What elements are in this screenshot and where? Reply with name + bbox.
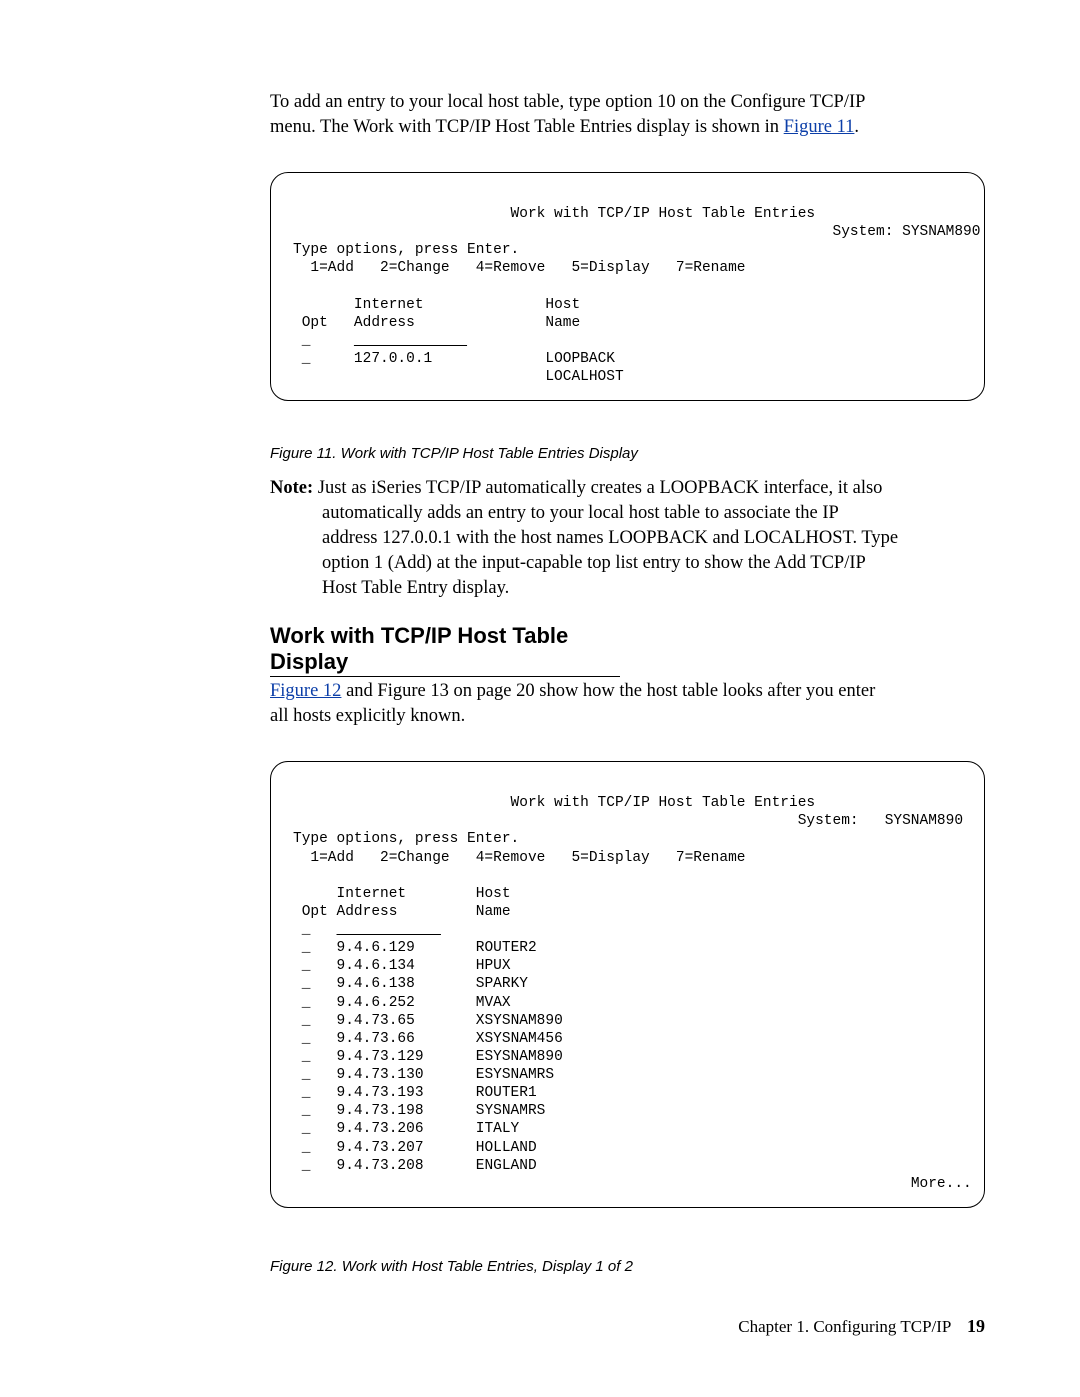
note-l2: automatically adds an entry to your loca…: [322, 501, 839, 526]
figure-11-link[interactable]: Figure 11: [784, 117, 855, 137]
term1-title: Work with TCP/IP Host Table Entries: [293, 206, 815, 222]
note-l5: Host Table Entry display.: [322, 576, 509, 601]
intro-l1: To add an entry to your local host table…: [270, 92, 865, 112]
footer-page-number: 19: [967, 1316, 985, 1336]
term1-hdr1: Internet Host: [293, 297, 580, 313]
intro-paragraph: To add an entry to your local host table…: [270, 90, 985, 140]
table-row: _ 9.4.6.134 HPUX: [293, 958, 511, 974]
table-row: _ 9.4.6.252 MVAX: [293, 995, 511, 1011]
term1-system: System: SYSNAM890: [293, 224, 980, 240]
table-row: _ 9.4.73.65 XSYSNAM890: [293, 1013, 563, 1029]
term1-hdr2: Opt Address Name: [293, 315, 580, 331]
terminal-screen-1: Work with TCP/IP Host Table Entries Syst…: [270, 172, 985, 401]
term2-system: System: SYSNAM890: [293, 813, 963, 829]
figure-12-link[interactable]: Figure 12: [270, 681, 341, 701]
after-rest1: and Figure 13 on page 20 show how the ho…: [341, 681, 875, 701]
figure-11-caption: Figure 11. Work with TCP/IP Host Table E…: [270, 445, 985, 462]
table-row: _ 9.4.73.207 HOLLAND: [293, 1140, 537, 1156]
after-heading-paragraph: Figure 12 and Figure 13 on page 20 show …: [270, 679, 985, 729]
term2-opts: 1=Add 2=Change 4=Remove 5=Display 7=Rena…: [293, 850, 745, 866]
term2-blank-row: _: [293, 922, 441, 938]
term2-instr: Type options, press Enter.: [293, 831, 519, 847]
table-row: _ 9.4.73.66 XSYSNAM456: [293, 1031, 563, 1047]
note-l1: Just as iSeries TCP/IP automatically cre…: [313, 478, 882, 498]
after-rest2: all hosts explicitly known.: [270, 706, 465, 726]
term1-opts: 1=Add 2=Change 4=Remove 5=Display 7=Rena…: [293, 260, 745, 276]
intro-l2b: .: [854, 117, 859, 137]
table-row: _ 9.4.73.193 ROUTER1: [293, 1085, 537, 1101]
table-row: _ 9.4.73.130 ESYSNAMRS: [293, 1067, 554, 1083]
footer-chapter: Chapter 1. Configuring TCP/IP: [738, 1317, 951, 1336]
figure-12-caption: Figure 12. Work with Host Table Entries,…: [270, 1258, 985, 1275]
table-row: _ 9.4.73.198 SYSNAMRS: [293, 1103, 545, 1119]
term1-instr: Type options, press Enter.: [293, 242, 519, 258]
term2-hdr2: Opt Address Name: [293, 904, 511, 920]
note-block: Note: Just as iSeries TCP/IP automatical…: [270, 476, 985, 601]
intro-l2a: menu. The Work with TCP/IP Host Table En…: [270, 117, 784, 137]
note-label: Note:: [270, 478, 313, 498]
page: To add an entry to your local host table…: [0, 0, 1080, 1397]
term1-row-sub: LOCALHOST: [293, 369, 624, 385]
term2-more: More...: [293, 1176, 972, 1192]
table-row: _ 9.4.6.138 SPARKY: [293, 976, 528, 992]
note-l3: address 127.0.0.1 with the host names LO…: [322, 526, 898, 551]
term1-row: _ 127.0.0.1 LOOPBACK: [293, 351, 615, 367]
term2-hdr1: Internet Host: [293, 886, 511, 902]
table-row: _ 9.4.73.208 ENGLAND: [293, 1158, 537, 1174]
section-heading: Work with TCP/IP Host Table Display: [270, 623, 620, 677]
terminal-screen-2: Work with TCP/IP Host Table Entries Syst…: [270, 761, 985, 1208]
term1-blank-row: _: [293, 333, 467, 349]
table-row: _ 9.4.6.129 ROUTER2: [293, 940, 537, 956]
term2-title: Work with TCP/IP Host Table Entries: [293, 795, 815, 811]
page-footer: Chapter 1. Configuring TCP/IP 19: [738, 1316, 985, 1337]
table-row: _ 9.4.73.129 ESYSNAM890: [293, 1049, 563, 1065]
note-l4: option 1 (Add) at the input-capable top …: [322, 551, 866, 576]
table-row: _ 9.4.73.206 ITALY: [293, 1121, 519, 1137]
